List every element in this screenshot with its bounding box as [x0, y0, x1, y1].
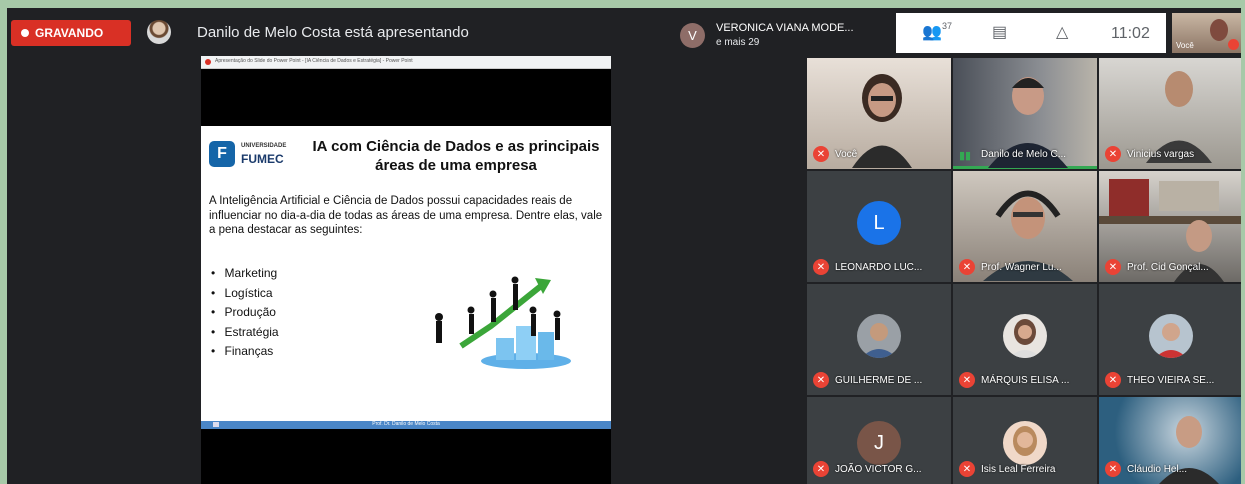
participant-name: LEONARDO LUC... — [835, 262, 923, 273]
meet-window: GRAVANDO Danilo de Melo Costa está apres… — [7, 8, 1241, 484]
participant-avatar: J — [857, 421, 901, 465]
speaking-icon: ▮▮ — [959, 150, 972, 162]
browser-tab-text: Apresentação do Slide do Power Point - [… — [215, 58, 413, 64]
mic-off-icon: ✕ — [813, 259, 829, 275]
participant-name: Cláudio Hel... — [1127, 464, 1188, 475]
logo-name: FUMEC — [241, 152, 284, 166]
bullet-item: Finanças — [211, 342, 279, 362]
mic-off-icon: ✕ — [1105, 461, 1121, 477]
mic-off-icon: ✕ — [959, 372, 975, 388]
activities-icon[interactable]: △ — [1056, 22, 1068, 42]
participant-tile[interactable]: ✕ GUILHERME DE ... — [807, 284, 951, 395]
participant-grid: ✕ Você ▮▮ Danilo de Melo C... ✕ Vinicius… — [807, 58, 1241, 484]
bullet-item: Estratégia — [211, 323, 279, 343]
participant-tile[interactable]: ✕ THEO VIEIRA SE... — [1099, 284, 1241, 395]
slide: F UNIVERSIDADE FUMEC IA com Ciência de D… — [201, 126, 611, 429]
mic-off-icon — [1228, 39, 1239, 50]
chat-icon[interactable]: ▤ — [992, 22, 1007, 42]
people-icon[interactable]: 👥 — [922, 22, 942, 42]
slide-bullets: Marketing Logística Produção Estratégia … — [211, 264, 279, 362]
tab-favicon-icon — [205, 59, 211, 65]
bullet-item: Produção — [211, 303, 279, 323]
participant-photo — [857, 314, 901, 358]
presenter-avatar — [147, 20, 171, 44]
participant-name: THEO VIEIRA SE... — [1127, 375, 1215, 386]
participant-name: GUILHERME DE ... — [835, 375, 923, 386]
mic-off-icon: ✕ — [959, 461, 975, 477]
participant-tile[interactable]: ✕ MÁRQUIS ELISA ... — [953, 284, 1097, 395]
growth-illustration — [435, 276, 571, 369]
slide-title: IA com Ciência de Dados e as principais … — [312, 138, 600, 174]
slide-footer: Prof. Dr. Danilo de Melo Costa — [201, 421, 611, 429]
self-face — [1210, 19, 1228, 41]
participant-tile[interactable]: ✕ Isis Leal Ferreira — [953, 397, 1097, 484]
bullet-item: Logística — [211, 284, 279, 304]
speaker-avatar: V — [680, 23, 705, 48]
participant-video — [1146, 71, 1212, 163]
participant-photo — [1149, 314, 1193, 358]
participant-tile[interactable]: J ✕ JOÃO VICTOR G... — [807, 397, 951, 484]
record-dot-icon — [21, 29, 29, 37]
recording-label: GRAVANDO — [35, 26, 104, 40]
participant-name: Vinicius vargas — [1127, 149, 1195, 160]
participant-name: Danilo de Melo C... — [981, 149, 1067, 160]
presentation-area: Apresentação do Slide do Power Point - [… — [201, 56, 611, 484]
participant-tile[interactable]: ✕ Prof. Cid Gonçal... — [1099, 171, 1241, 282]
mic-off-icon: ✕ — [1105, 259, 1121, 275]
logo-subtitle: UNIVERSIDADE — [241, 143, 287, 149]
presenter-status: Danilo de Melo Costa está apresentando — [197, 24, 469, 41]
shared-browser-bar: Apresentação do Slide do Power Point - [… — [201, 56, 611, 69]
participant-avatar: L — [857, 201, 901, 245]
self-view-label: Você — [1176, 41, 1194, 50]
mic-off-icon: ✕ — [813, 372, 829, 388]
slide-body: A Inteligência Artificial e Ciência de D… — [209, 195, 603, 236]
participant-tile[interactable]: ✕ Cláudio Hel... — [1099, 397, 1241, 484]
mic-off-icon: ✕ — [1105, 146, 1121, 162]
participant-tile[interactable]: ▮▮ Danilo de Melo C... — [953, 58, 1097, 169]
participant-tile[interactable]: ✕ Vinicius vargas — [1099, 58, 1241, 169]
speaker-more: e mais 29 — [716, 37, 760, 48]
top-bar: GRAVANDO Danilo de Melo Costa está apres… — [7, 8, 1241, 54]
participant-tile[interactable]: ✕ Você — [807, 58, 951, 169]
participant-name: MÁRQUIS ELISA ... — [981, 375, 1070, 386]
clock: 11:02 — [1111, 25, 1150, 42]
participant-tile[interactable]: ✕ Prof. Wagner Lu... — [953, 171, 1097, 282]
participant-name: Prof. Cid Gonçal... — [1127, 262, 1209, 273]
participant-name: Prof. Wagner Lu... — [981, 262, 1062, 273]
participant-name: Você — [835, 149, 858, 160]
recording-badge: GRAVANDO — [11, 20, 131, 46]
mic-off-icon: ✕ — [813, 146, 829, 162]
slide-footer-text: Prof. Dr. Danilo de Melo Costa — [372, 421, 440, 427]
self-view[interactable]: Você — [1172, 13, 1241, 53]
mic-off-icon: ✕ — [1105, 372, 1121, 388]
mic-off-icon: ✕ — [959, 259, 975, 275]
participant-name: JOÃO VICTOR G... — [835, 464, 922, 475]
mic-off-icon: ✕ — [813, 461, 829, 477]
participant-photo — [1003, 314, 1047, 358]
speaker-name: VERONICA VIANA MODE... — [716, 22, 854, 34]
active-speaker[interactable]: V VERONICA VIANA MODE... e mais 29 — [675, 18, 897, 52]
fumec-logo-icon: F — [209, 141, 235, 167]
participant-photo — [1003, 421, 1047, 465]
slide-nav-icon — [213, 422, 219, 427]
bullet-item: Marketing — [211, 264, 279, 284]
participant-video — [852, 74, 912, 168]
participant-tile[interactable]: L ✕ LEONARDO LUC... — [807, 171, 951, 282]
participant-name: Isis Leal Ferreira — [981, 464, 1056, 475]
meeting-toolbar: 👥 37 ▤ △ 11:02 — [896, 13, 1166, 53]
people-count: 37 — [942, 21, 953, 31]
